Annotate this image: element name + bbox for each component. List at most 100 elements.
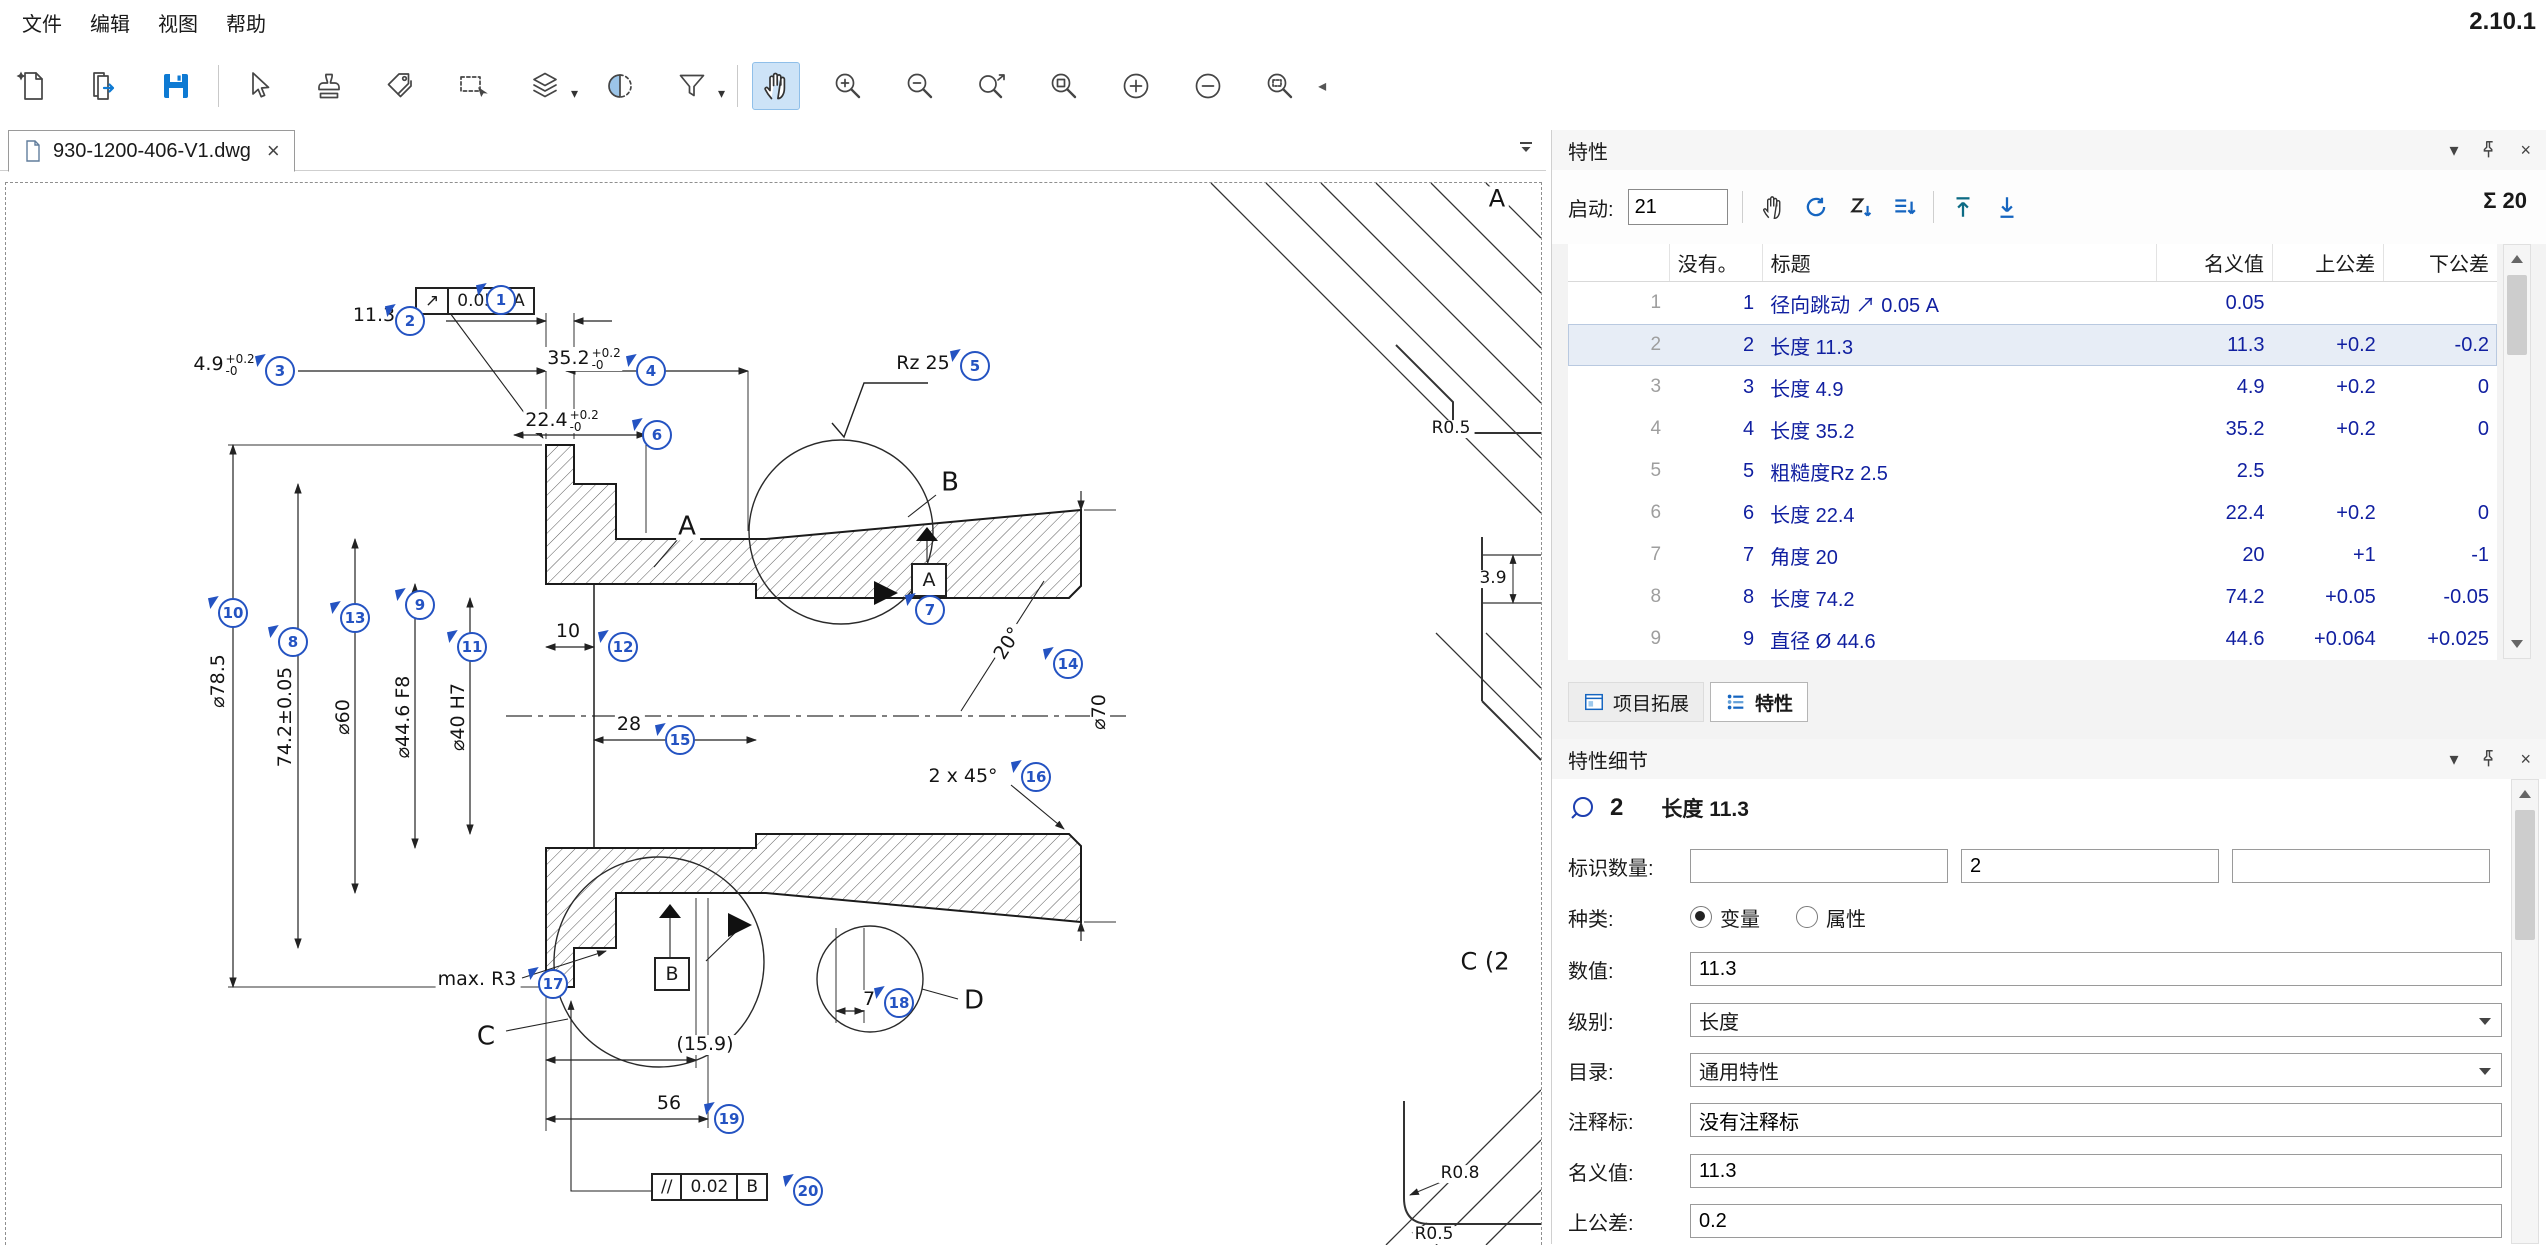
nominal-input[interactable] [1690,1154,2502,1188]
tab-characteristics[interactable]: 特性 [1710,682,1808,722]
document-tab[interactable]: 930-1200-406-V1.dwg × [8,130,295,172]
scrollbar-thumb[interactable] [2515,810,2535,940]
balloon[interactable]: 10 [218,598,248,628]
open-document-button[interactable] [80,62,128,110]
table-row[interactable]: 9 9 直径 Ø 44.6 44.6 +0.064 +0.025 [1568,618,2497,660]
table-row[interactable]: 5 5 粗糙度Rz 2.5 2.5 [1568,450,2497,492]
save-button[interactable] [152,62,200,110]
close-icon[interactable]: × [2520,140,2531,161]
scroll-up-icon[interactable] [2512,780,2538,808]
radio-variable[interactable] [1690,906,1712,928]
radio-attribute[interactable] [1796,906,1818,928]
select-tool-button[interactable] [233,62,281,110]
menu-view[interactable]: 视图 [144,4,212,41]
value-input[interactable] [1690,952,2502,986]
zoom-window-button[interactable] [1256,62,1304,110]
column-no[interactable]: 没有。 [1669,244,1762,282]
balloon[interactable]: 18 [884,988,914,1018]
panel-menu-icon[interactable]: ▾ [2449,749,2458,770]
layers-dropdown-icon[interactable]: ▾ [571,85,578,102]
move-bottom-icon[interactable] [1992,192,2022,222]
balloon[interactable]: 11 [457,632,487,662]
balloon[interactable]: 12 [608,632,638,662]
new-document-button[interactable] [8,62,56,110]
pan-tool-button[interactable] [752,62,800,110]
balloon[interactable]: 19 [714,1104,744,1134]
scrollbar-thumb[interactable] [2507,275,2527,355]
balloon[interactable]: 3 [265,356,295,386]
balloon[interactable]: 14 [1053,649,1083,679]
table-row[interactable]: 7 7 角度 20 20 +1 -1 [1568,534,2497,576]
scroll-up-icon[interactable] [2504,245,2530,273]
zoom-selection-icon [975,69,1009,103]
zoom-out-button[interactable] [896,62,944,110]
column-title[interactable]: 标题 [1762,244,2156,282]
balloon[interactable]: 17 [538,969,568,999]
balloon[interactable]: 20 [793,1176,823,1206]
upper-tol-row: 上公差: [1568,1202,2518,1240]
pan-tool-icon[interactable] [1757,192,1787,222]
tab-project-expansion[interactable]: 项目拓展 [1568,682,1704,722]
balloon[interactable]: 5 [960,351,990,381]
balloon[interactable]: 13 [340,603,370,633]
table-row[interactable]: 4 4 长度 35.2 35.2 +0.2 0 [1568,408,2497,450]
column-nominal[interactable]: 名义值 [2156,244,2272,282]
catalog-select[interactable]: 通用特性 [1690,1053,2502,1087]
tag-tool-button[interactable] [377,62,425,110]
table-scrollbar[interactable] [2503,244,2531,659]
table-row[interactable]: 2 2 长度 11.3 11.3 +0.2 -0.2 [1568,324,2497,366]
balloon[interactable]: 15 [665,725,695,755]
details-scrollbar[interactable] [2511,779,2539,1244]
balloon[interactable]: 16 [1021,762,1051,792]
zoom-in-button[interactable] [824,62,872,110]
class-select[interactable]: 长度 [1690,1003,2502,1037]
tab-close-icon[interactable]: × [267,138,280,164]
layers-button[interactable] [521,62,569,110]
note-input[interactable] [1690,1103,2502,1137]
invert-colors-button[interactable] [596,62,644,110]
column-upper-tol[interactable]: 上公差 [2273,244,2384,282]
pin-icon[interactable] [2478,748,2500,770]
menu-file[interactable]: 文件 [8,4,76,41]
increase-button[interactable] [1112,62,1160,110]
balloon[interactable]: 9 [405,590,435,620]
menu-help[interactable]: 帮助 [212,4,280,41]
stamp-tool-button[interactable] [305,62,353,110]
id-field-2[interactable] [1961,849,2219,883]
drawing-viewport[interactable]: ↗ 0.05 A // 0.02 B A B 11.3 4.9 +0.2-0 3… [5,182,1542,1245]
table-row[interactable]: 3 3 长度 4.9 4.9 +0.2 0 [1568,366,2497,408]
list-sort-icon[interactable] [1889,192,1919,222]
sort-z-icon[interactable] [1845,192,1875,222]
table-row[interactable]: 6 6 长度 22.4 22.4 +0.2 0 [1568,492,2497,534]
balloon[interactable]: 4 [636,356,666,386]
zoom-selection-button[interactable] [968,62,1016,110]
panel-menu-icon[interactable]: ▾ [2449,140,2458,161]
refresh-icon[interactable] [1801,192,1831,222]
balloon[interactable]: 2 [395,306,425,336]
balloon[interactable]: 6 [642,420,672,450]
balloon[interactable]: 8 [278,627,308,657]
filter-button[interactable] [668,62,716,110]
decrease-button[interactable] [1184,62,1232,110]
move-top-icon[interactable] [1948,192,1978,222]
tab-overflow-icon[interactable] [1516,138,1536,163]
table-row[interactable]: 8 8 长度 74.2 74.2 +0.05 -0.05 [1568,576,2497,618]
scroll-down-icon[interactable] [2504,630,2530,658]
balloon[interactable]: 1 [486,285,516,315]
zoom-all-button[interactable] [1040,62,1088,110]
id-field-1[interactable] [1690,849,1948,883]
toolbar-overflow-icon[interactable]: ◂ [1318,76,1326,96]
close-icon[interactable]: × [2520,749,2531,770]
upper-tol-input[interactable] [1690,1204,2502,1238]
pin-icon[interactable] [2478,139,2500,161]
filter-dropdown-icon[interactable]: ▾ [718,85,725,102]
column-lower-tol[interactable]: 下公差 [2384,244,2497,282]
id-field-3[interactable] [2232,849,2490,883]
start-number-input[interactable] [1628,189,1728,225]
marquee-select-button[interactable] [449,62,497,110]
menu-edit[interactable]: 编辑 [76,4,144,41]
row-nominal: 74.2 [2156,576,2272,618]
balloon[interactable]: 7 [915,595,945,625]
row-upper-tol: +0.2 [2273,324,2384,366]
table-row[interactable]: 1 1 径向跳动 ↗ 0.05 A 0.05 [1568,282,2497,325]
